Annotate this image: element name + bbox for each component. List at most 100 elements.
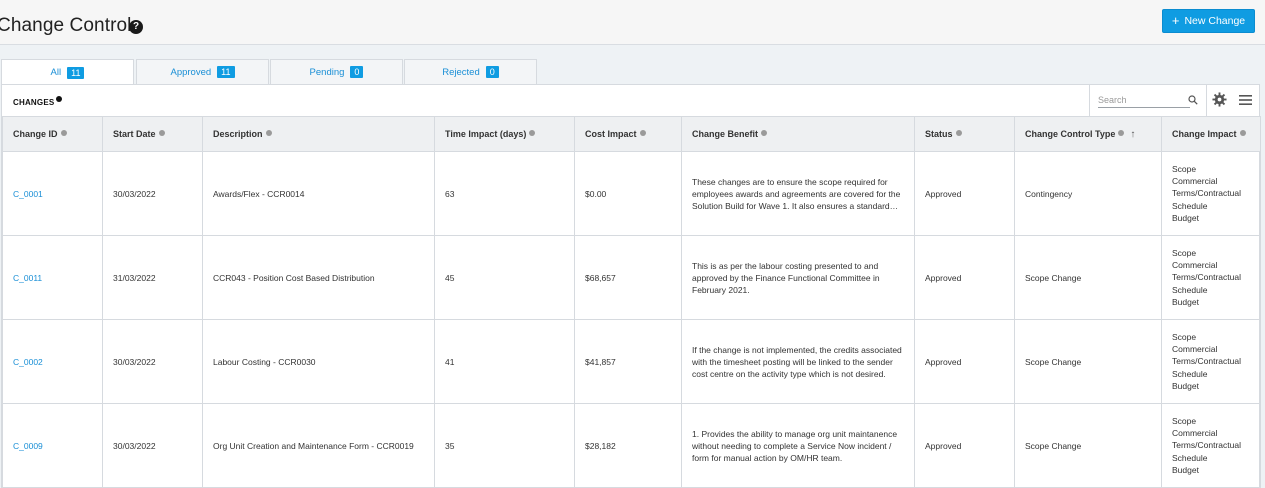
- description-cell: Labour Costing - CCR0030: [202, 319, 435, 404]
- impact-item: Scope: [1172, 247, 1197, 258]
- tab-pending[interactable]: Pending 0: [270, 59, 403, 84]
- new-change-button[interactable]: + New Change: [1162, 9, 1255, 33]
- column-header-change-id[interactable]: Change ID: [2, 116, 103, 152]
- tab-label: All: [50, 67, 62, 78]
- change-control-type-cell: Contingency: [1014, 151, 1162, 236]
- cost-impact-cell: $68,657: [574, 235, 682, 320]
- count-badge: 11: [67, 66, 85, 79]
- change-impact-cell: Scope Commercial Terms/Contractual Sched…: [1161, 235, 1261, 320]
- tab-label: Rejected: [442, 66, 480, 78]
- changes-panel: CHANGES Search Change ID Start Date Desc…: [1, 84, 1261, 488]
- change-benefit-cell: If the change is not implemented, the cr…: [681, 319, 915, 404]
- change-id-link[interactable]: C_0009: [2, 403, 103, 488]
- change-id-link[interactable]: C_0002: [2, 319, 103, 404]
- info-icon[interactable]: [955, 130, 962, 136]
- impact-item: Budget: [1172, 296, 1199, 307]
- change-id-link[interactable]: C_0011: [2, 235, 103, 320]
- panel-title: CHANGES: [13, 96, 63, 107]
- column-header-change-control-type[interactable]: Change Control Type ↑: [1014, 116, 1162, 152]
- impact-item: Commercial: [1172, 176, 1218, 187]
- plus-icon: +: [1171, 13, 1180, 28]
- info-icon[interactable]: [56, 96, 63, 102]
- new-change-label: New Change: [1184, 15, 1246, 27]
- help-icon[interactable]: ?: [129, 20, 143, 34]
- tab-approved[interactable]: Approved 11: [136, 59, 269, 84]
- table-row[interactable]: C_0011 31/03/2022 CCR043 - Position Cost…: [2, 235, 1261, 320]
- toolbar-divider: [1206, 85, 1207, 116]
- page-header: Change Control ? + New Change: [0, 0, 1265, 45]
- change-control-type-cell: Scope Change: [1014, 235, 1162, 320]
- status-cell: Approved: [914, 403, 1015, 488]
- description-cell: Org Unit Creation and Maintenance Form -…: [202, 403, 435, 488]
- impact-item: Schedule: [1172, 368, 1208, 379]
- status-cell: Approved: [914, 151, 1015, 236]
- column-header-description[interactable]: Description: [202, 116, 435, 152]
- change-benefit-text: This is as per the labour costing presen…: [692, 260, 880, 295]
- column-header-start-date[interactable]: Start Date: [102, 116, 203, 152]
- start-date-cell: 30/03/2022: [102, 403, 203, 488]
- status-cell: Approved: [914, 319, 1015, 404]
- impact-item: Schedule: [1172, 284, 1208, 295]
- tab-all[interactable]: All 11: [1, 59, 134, 85]
- tab-label: Pending: [309, 66, 345, 78]
- time-impact-cell: 45: [434, 235, 575, 320]
- status-cell: Approved: [914, 235, 1015, 320]
- tab-rejected[interactable]: Rejected 0: [404, 59, 537, 84]
- info-icon[interactable]: [60, 130, 67, 136]
- table-row[interactable]: C_0002 30/03/2022 Labour Costing - CCR00…: [2, 319, 1261, 404]
- menu-icon[interactable]: [1239, 95, 1252, 105]
- change-control-type-cell: Scope Change: [1014, 403, 1162, 488]
- time-impact-cell: 41: [434, 319, 575, 404]
- info-icon[interactable]: [529, 130, 536, 136]
- impact-item: Terms/Contractual: [1172, 188, 1241, 199]
- impact-item: Terms/Contractual: [1172, 440, 1241, 451]
- column-header-time-impact[interactable]: Time Impact (days): [434, 116, 575, 152]
- table-header-row: Change ID Start Date Description Time Im…: [2, 116, 1261, 152]
- info-icon[interactable]: [639, 130, 646, 136]
- impact-item: Budget: [1172, 464, 1199, 475]
- impact-item: Commercial: [1172, 260, 1218, 271]
- table-row[interactable]: C_0001 30/03/2022 Awards/Flex - CCR0014 …: [2, 151, 1261, 236]
- count-badge: 0: [350, 66, 364, 78]
- start-date-cell: 30/03/2022: [102, 319, 203, 404]
- change-impact-cell: Scope Commercial Terms/Contractual Sched…: [1161, 151, 1261, 236]
- count-badge: 11: [217, 66, 235, 78]
- changes-table: Change ID Start Date Description Time Im…: [2, 116, 1261, 488]
- column-header-change-impact[interactable]: Change Impact: [1161, 116, 1261, 152]
- change-benefit-text: If the change is not implemented, the cr…: [692, 344, 902, 379]
- column-header-status[interactable]: Status: [914, 116, 1015, 152]
- impact-item: Budget: [1172, 212, 1199, 223]
- change-benefit-cell: These changes are to ensure the scope re…: [681, 151, 915, 236]
- change-impact-cell: Scope Commercial Terms/Contractual Sched…: [1161, 403, 1261, 488]
- start-date-cell: 30/03/2022: [102, 151, 203, 236]
- info-icon[interactable]: [265, 130, 272, 136]
- description-cell: Awards/Flex - CCR0014: [202, 151, 435, 236]
- impact-item: Schedule: [1172, 200, 1208, 211]
- change-benefit-cell: This is as per the labour costing presen…: [681, 235, 915, 320]
- cost-impact-cell: $41,857: [574, 319, 682, 404]
- sort-ascending-icon[interactable]: ↑: [1130, 129, 1135, 140]
- cost-impact-cell: $28,182: [574, 403, 682, 488]
- column-header-cost-impact[interactable]: Cost Impact: [574, 116, 682, 152]
- count-badge: 0: [485, 66, 499, 78]
- gear-icon[interactable]: [1212, 92, 1227, 107]
- impact-item: Scope: [1172, 163, 1197, 174]
- change-benefit-text: These changes are to ensure the scope re…: [692, 176, 901, 211]
- page-title: Change Control: [0, 15, 132, 36]
- search-input[interactable]: [1098, 93, 1190, 108]
- impact-item: Terms/Contractual: [1172, 272, 1241, 283]
- table-row[interactable]: C_0009 30/03/2022 Org Unit Creation and …: [2, 403, 1261, 488]
- info-icon[interactable]: [1118, 129, 1125, 136]
- info-icon[interactable]: [1239, 130, 1246, 136]
- search-icon[interactable]: [1188, 95, 1198, 105]
- impact-item: Schedule: [1172, 452, 1208, 463]
- change-id-link[interactable]: C_0001: [2, 151, 103, 236]
- change-control-type-cell: Scope Change: [1014, 319, 1162, 404]
- cost-impact-cell: $0.00: [574, 151, 682, 236]
- info-icon[interactable]: [158, 130, 165, 136]
- panel-title-text: CHANGES: [13, 98, 55, 107]
- info-icon[interactable]: [761, 130, 768, 136]
- tab-label: Approved: [170, 66, 212, 78]
- column-header-change-benefit[interactable]: Change Benefit: [681, 116, 915, 152]
- impact-item: Budget: [1172, 380, 1199, 391]
